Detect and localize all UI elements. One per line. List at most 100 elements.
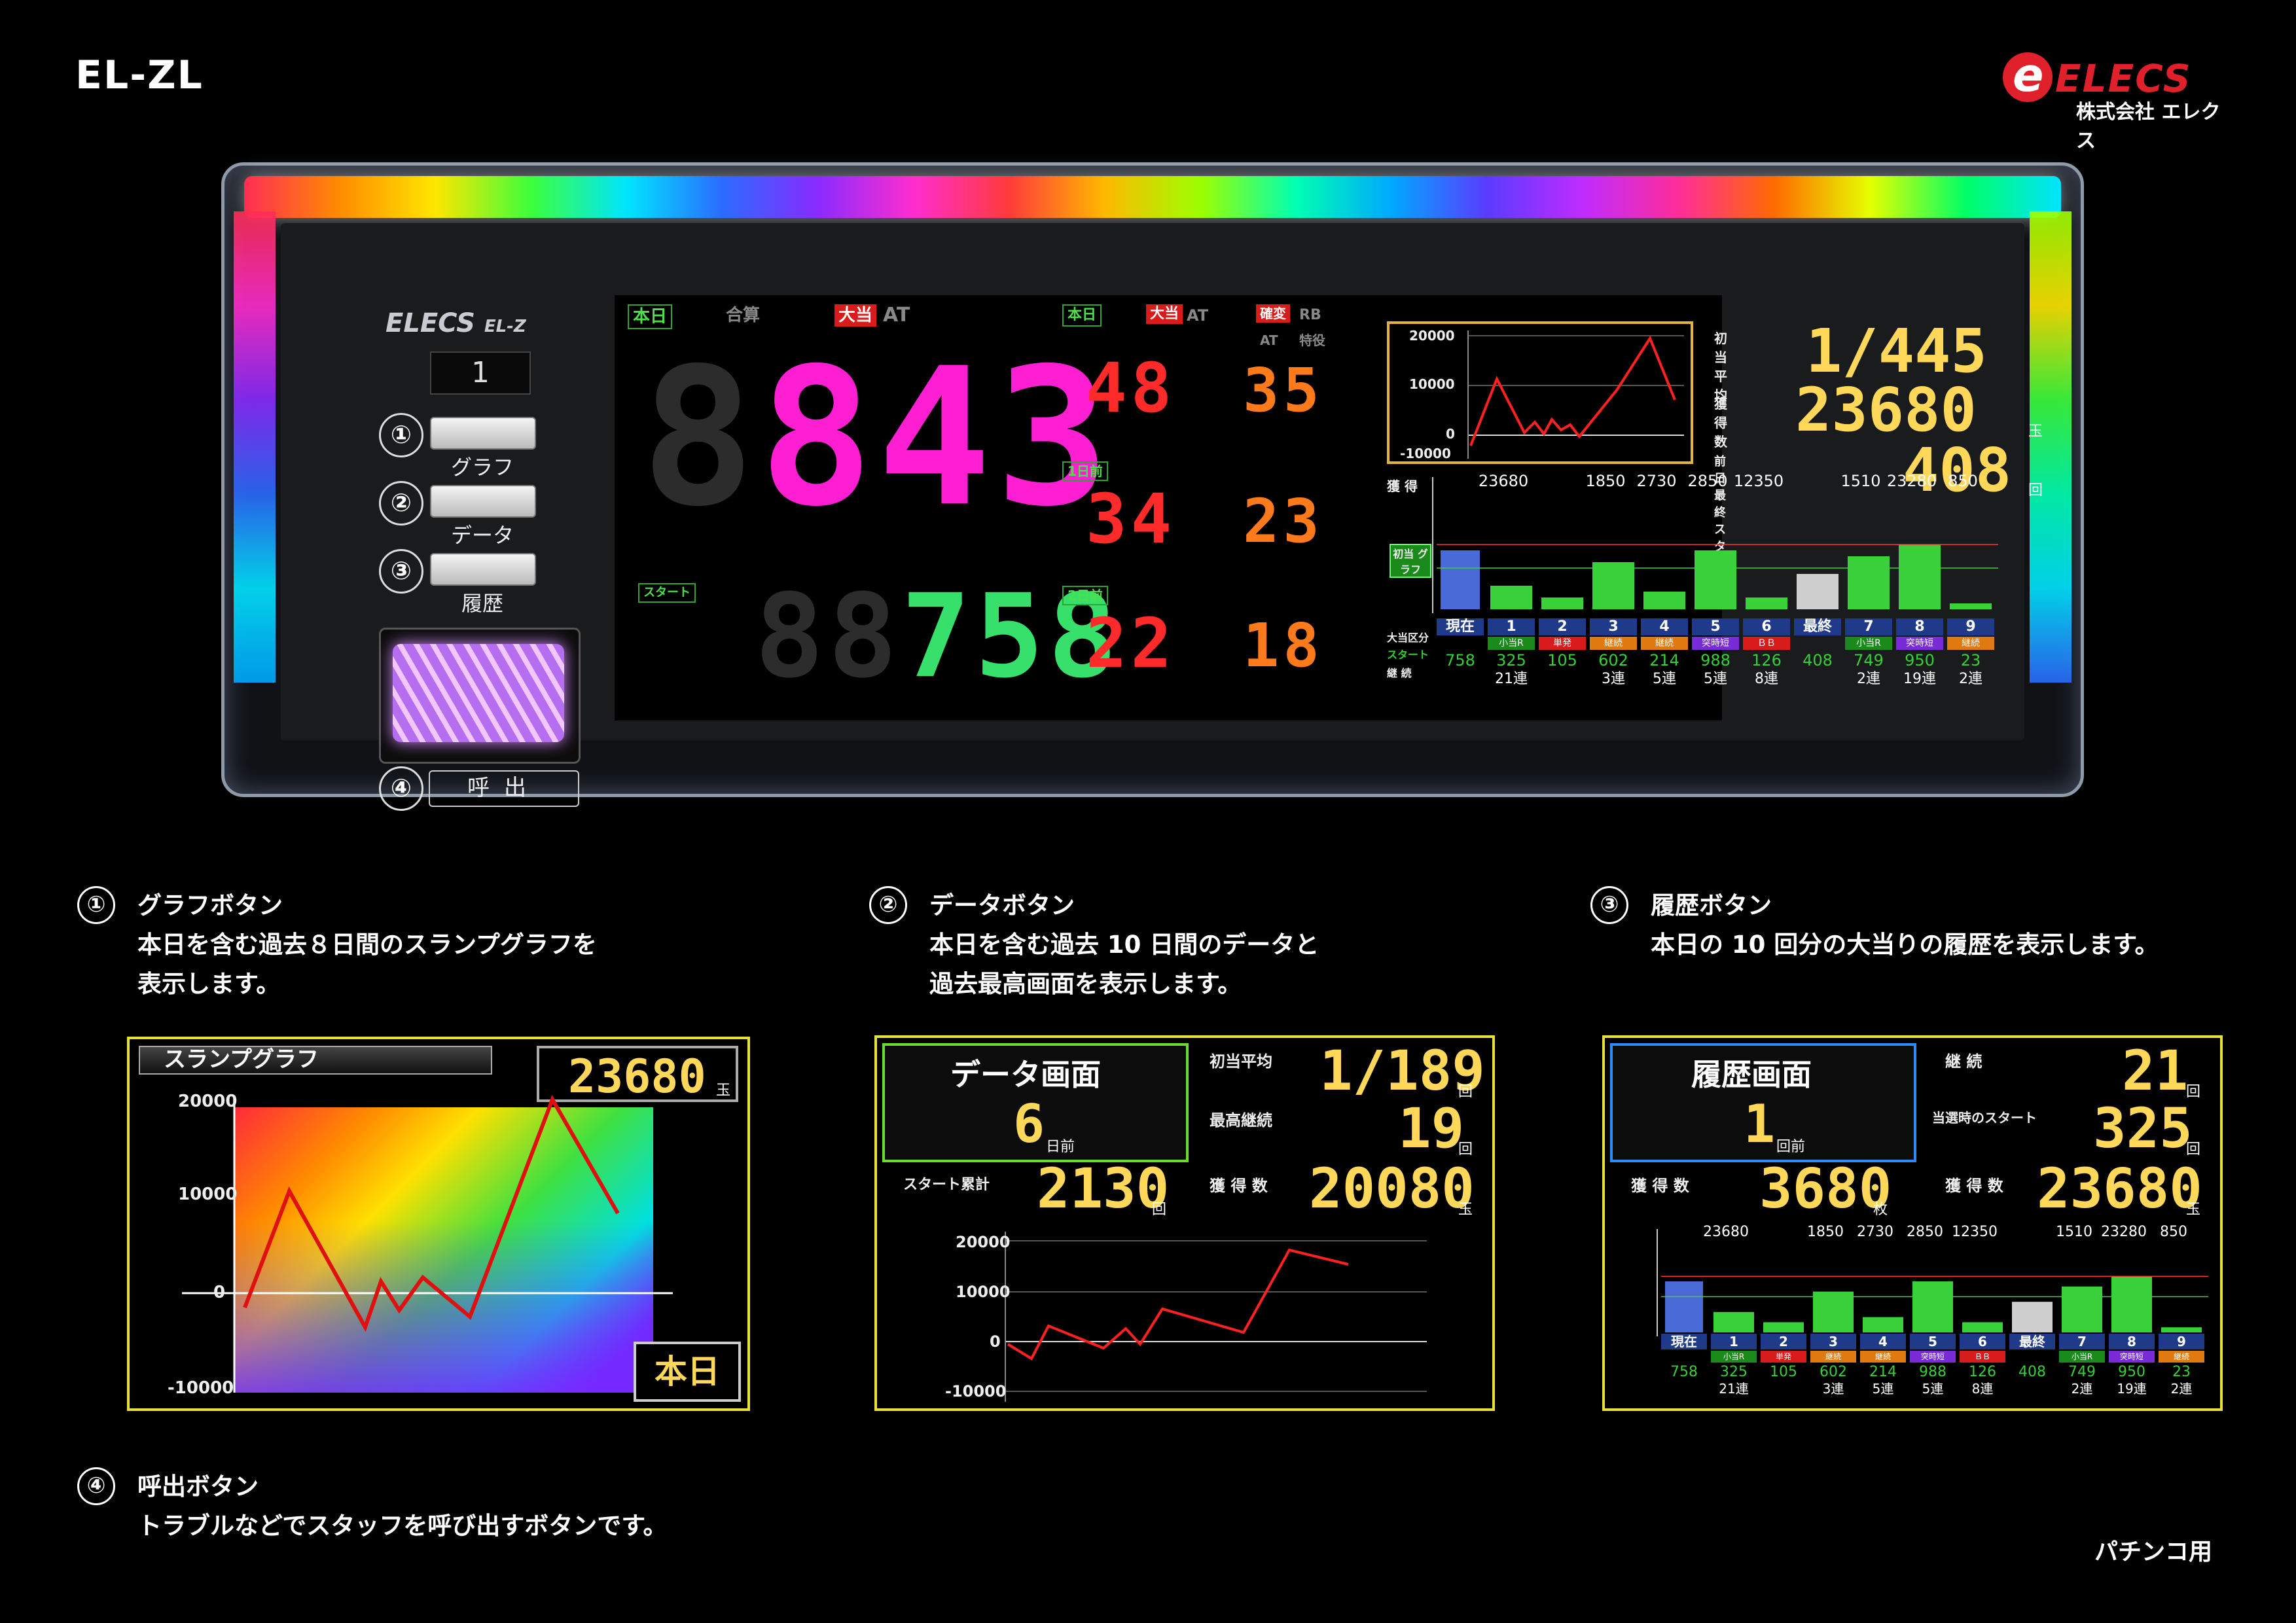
history-col-head: 2 — [1761, 1334, 1806, 1349]
panel-slump-graph: スランプグラフ 23680 玉 20000 10000 0 -10000 本日 — [127, 1037, 750, 1411]
graph-button[interactable] — [430, 417, 536, 450]
history-col-head: 9 — [2159, 1334, 2204, 1349]
history-bar — [1763, 1322, 1804, 1332]
tag-at: AT — [883, 304, 910, 327]
panel1-ytick-1: 10000 — [178, 1185, 238, 1204]
panel3-gain2: 23680 — [2037, 1156, 2202, 1221]
data-button-label: データ — [450, 523, 514, 548]
panel1-ytick-3: -10000 — [168, 1378, 234, 1398]
history-col-head: 現在 — [1661, 1334, 1707, 1349]
desc-graph-title: グラフボタン — [137, 891, 283, 919]
history-col-cont: 5連 — [1704, 671, 1727, 687]
side-tag-day2: 2日前 — [1062, 586, 1108, 605]
history-col-head: 最終 — [1794, 618, 1841, 635]
history-bar — [1848, 556, 1890, 609]
panel-data-screen: データ画面 6 日前 初当平均 1/189 回 最高継続 19 回 スタート累計… — [874, 1035, 1495, 1411]
history-col-kind: 小当R — [1711, 1351, 1757, 1363]
history-col-kind: 突時短 — [1896, 637, 1943, 650]
graph-button-label: グラフ — [450, 455, 514, 480]
panel2-graph-svg — [1005, 1232, 1427, 1402]
history-button-label: 履歴 — [461, 591, 503, 616]
desc-call: ④ 呼出ボタン トラブルなどでスタッフを呼び出すボタンです。 — [77, 1467, 668, 1546]
panel1-day-badge: 本日 — [634, 1342, 741, 1402]
history-col-cont: 19連 — [1903, 671, 1936, 687]
history-button-number: ③ — [379, 549, 423, 594]
desc-history-number: ③ — [1590, 886, 1628, 924]
history-col-head: 8 — [2109, 1334, 2155, 1349]
device-screen: 本日 合算 大当 AT 8843 スタート 88758 本日 大当 AT 確変 … — [615, 295, 2043, 721]
slump-graph-svg — [1467, 330, 1684, 459]
side-tag-day1: 1日前 — [1062, 461, 1108, 481]
desc-history-title: 履歴ボタン — [1651, 891, 1772, 919]
panel3-hit-start-label: 当選時のスタート — [1932, 1110, 2037, 1126]
desc-data-line1: 本日を含む過去 10 日間のデータと — [929, 931, 1319, 959]
brand-company: 株式会社 エレクス — [2076, 101, 2221, 152]
history-col-head: 7 — [2059, 1334, 2105, 1349]
history-bar — [2012, 1302, 2053, 1332]
history-bar — [1746, 597, 1787, 609]
panel1-ytick-2: 0 — [213, 1283, 226, 1302]
history-col-kind: 継続 — [1590, 637, 1637, 650]
history-col-kind: 突時短 — [1692, 637, 1739, 650]
history-bar — [1695, 550, 1736, 609]
history-col-kind: 突時短 — [1910, 1351, 1956, 1363]
desc-data: ② データボタン 本日を含む過去 10 日間のデータと 過去最高画面を表示します… — [869, 886, 1319, 1004]
data-button[interactable] — [430, 485, 536, 518]
history-col-kind: 突時短 — [2109, 1351, 2155, 1363]
gain-unit: 玉 — [2028, 423, 2043, 440]
history-col-cont: 2連 — [1959, 671, 1982, 687]
side-tag-rb: RB — [1299, 307, 1321, 323]
side-tag-at: AT — [1187, 306, 1209, 325]
history-col-start: 758 — [1670, 1364, 1698, 1380]
panel3-gain: 3680 — [1759, 1156, 1892, 1221]
call-button-number: ④ — [379, 766, 423, 811]
history-col-cont: 21連 — [1719, 1381, 1749, 1397]
history-col-start: 408 — [1803, 651, 1833, 669]
history-col-cont: 3連 — [1822, 1381, 1844, 1397]
graph-ytick-0: 20000 — [1409, 328, 1455, 344]
model-name: EL-ZL — [75, 52, 204, 98]
history-top-value: 23680 — [1703, 1224, 1749, 1240]
history-col-cont: 8連 — [1755, 671, 1778, 687]
history-col-kind: 継続 — [2159, 1351, 2204, 1363]
history-col-head: 1 — [1711, 1334, 1757, 1349]
history-bar — [2111, 1276, 2152, 1332]
data-button-number: ② — [379, 481, 423, 526]
graph-button-number: ① — [379, 413, 423, 457]
history-bar — [1950, 603, 1992, 609]
panel3-cont-label: 継 続 — [1945, 1052, 1982, 1071]
history-col-kind: ＢＢ — [1960, 1351, 2005, 1363]
call-button-label[interactable]: 呼出 — [429, 770, 579, 807]
history-col-cont: 5連 — [1653, 671, 1676, 687]
call-button[interactable] — [379, 628, 581, 764]
history-col-head: 6 — [1743, 618, 1790, 635]
desc-call-number: ④ — [77, 1467, 115, 1505]
history-col-kind: 継続 — [1860, 1351, 1906, 1363]
desc-graph-line1: 本日を含む過去８日間のスランプグラフを — [137, 931, 597, 959]
panel3-gain-label: 獲 得 数 — [1631, 1177, 1689, 1195]
history-col-head: 7 — [1845, 618, 1892, 635]
prev-start-unit: 回 — [2028, 482, 2043, 499]
history-col-cont: 19連 — [2117, 1381, 2147, 1397]
history-col-head: 1 — [1488, 618, 1535, 635]
history-bar — [1962, 1322, 2003, 1332]
desc-graph: ① グラフボタン 本日を含む過去８日間のスランプグラフを 表示します。 — [77, 886, 597, 1004]
history-bar — [1490, 586, 1532, 609]
history-col-head: 5 — [1910, 1334, 1956, 1349]
led-strip-right — [2030, 211, 2072, 683]
history-top-value: 23680 — [1478, 472, 1529, 490]
history-col-kind: 小当R — [1845, 637, 1892, 650]
bigwin-count: 8843 — [641, 328, 1114, 548]
graph-ytick-1: 10000 — [1409, 376, 1455, 392]
history-bar — [1912, 1281, 1953, 1332]
history-col-head: 現在 — [1437, 618, 1484, 635]
panel3-gain-unit: 枚 — [1873, 1202, 1888, 1218]
brand-logo: e ELECS 株式会社 エレクス — [2003, 48, 2238, 152]
history-col-start: 408 — [2018, 1364, 2046, 1380]
desc-graph-number: ① — [77, 886, 115, 924]
history-button[interactable] — [430, 553, 536, 586]
panel3-title-box: 履歴画面 1 回前 — [1610, 1043, 1916, 1162]
brand-mark-icon: e — [2003, 48, 2053, 102]
history-top-value: 850 — [1948, 472, 1978, 490]
history-bar — [1643, 592, 1685, 609]
